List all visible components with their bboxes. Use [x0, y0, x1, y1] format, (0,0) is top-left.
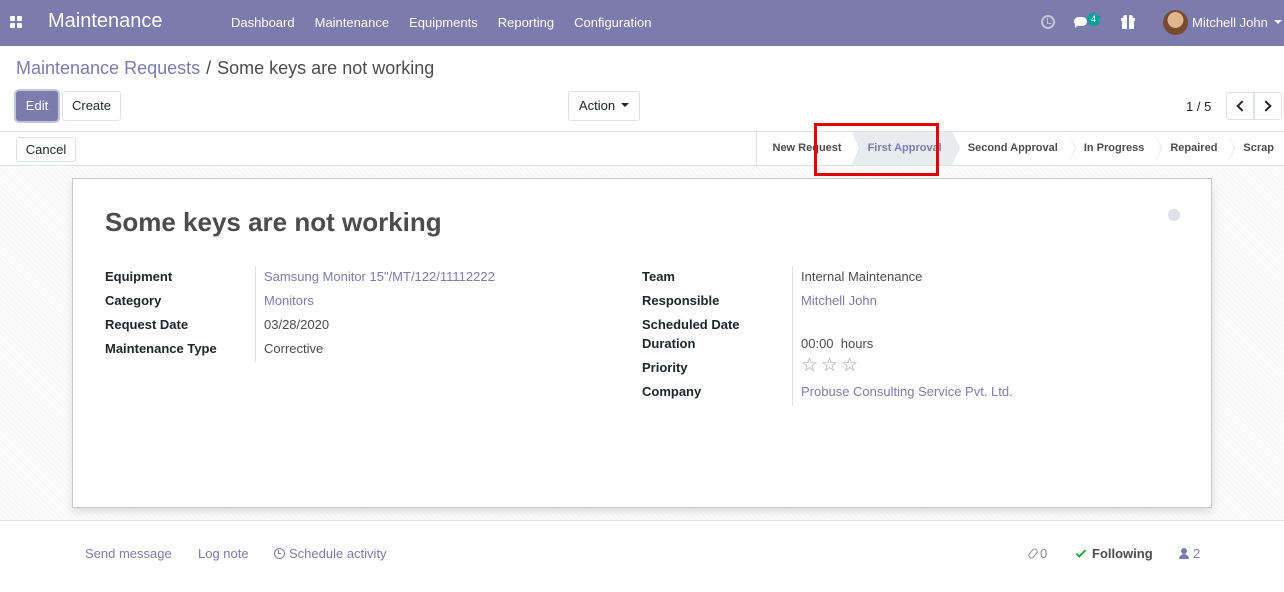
stage-in-progress[interactable]: In Progress: [1068, 132, 1162, 165]
messaging-menu[interactable]: 4: [1074, 0, 1104, 46]
user-menu-caret-icon[interactable]: [1274, 20, 1282, 24]
duration-value: 00:00 hours: [801, 336, 873, 351]
schedule-activity-label: Schedule activity: [289, 546, 387, 561]
pager-value[interactable]: 1 / 5: [1186, 99, 1211, 114]
priority-star-icon[interactable]: ☆: [841, 356, 858, 375]
responsible-value[interactable]: Mitchell John: [801, 293, 877, 308]
menu-item-reporting[interactable]: Reporting: [488, 0, 564, 46]
duration-number: 00:00: [801, 336, 834, 351]
priority-label: Priority: [642, 360, 688, 375]
breadcrumb-separator: /: [206, 58, 212, 78]
menu-item-configuration[interactable]: Configuration: [564, 0, 661, 46]
company-label: Company: [642, 384, 702, 399]
action-dropdown-button[interactable]: Action: [568, 91, 640, 121]
company-value[interactable]: Probuse Consulting Service Pvt. Ltd.: [801, 384, 1013, 399]
category-label: Category: [105, 293, 162, 308]
attachments-count: 0: [1040, 546, 1048, 561]
schedule-activity-button[interactable]: Schedule activity: [274, 546, 387, 561]
pager-previous-button[interactable]: [1226, 92, 1254, 120]
duration-unit: hours: [840, 336, 874, 351]
equipment-label: Equipment: [105, 269, 173, 284]
followers-count: 2: [1193, 546, 1201, 561]
breadcrumb: Maintenance Requests / Some keys are not w…: [16, 58, 434, 79]
right-column-separator: [792, 266, 793, 406]
equipment-value[interactable]: Samsung Monitor 15"/MT/122/11112222: [264, 269, 495, 284]
stage-scrap[interactable]: Scrap: [1227, 132, 1284, 165]
user-avatar[interactable]: [1163, 10, 1188, 35]
main-menu: Dashboard Maintenance Equipments Reporti…: [221, 0, 661, 46]
paperclip-icon: [1027, 547, 1039, 560]
clock-icon: [274, 548, 285, 559]
maintenance-type-value: Corrective: [264, 341, 324, 356]
pager-next-button[interactable]: [1254, 92, 1282, 120]
form-statusbar: Cancel New Request First Approval Second…: [0, 131, 1284, 166]
user-menu-name[interactable]: Mitchell John: [1192, 0, 1268, 46]
stage-highlight-box: [814, 123, 939, 176]
kanban-state-icon[interactable]: [1168, 209, 1180, 221]
caret-down-icon: [621, 102, 630, 107]
check-icon: [1075, 547, 1087, 558]
responsible-label: Responsible: [642, 293, 720, 308]
followers-button[interactable]: 2: [1179, 546, 1200, 561]
following-label: Following: [1092, 546, 1153, 561]
create-button[interactable]: Create: [62, 91, 121, 121]
team-label: Team: [642, 269, 675, 284]
maintenance-type-label: Maintenance Type: [105, 341, 217, 356]
activity-clock-icon[interactable]: [1041, 15, 1055, 29]
attachments-button[interactable]: 0: [1027, 546, 1048, 561]
request-title[interactable]: Some keys are not working: [105, 207, 442, 238]
priority-star-icon[interactable]: ☆: [801, 356, 818, 375]
menu-item-dashboard[interactable]: Dashboard: [221, 0, 305, 46]
menu-item-maintenance[interactable]: Maintenance: [305, 0, 399, 46]
breadcrumb-parent-link[interactable]: Maintenance Requests: [16, 58, 200, 78]
stage-repaired[interactable]: Repaired: [1154, 132, 1236, 165]
edit-button[interactable]: Edit: [16, 91, 58, 121]
gift-icon[interactable]: [1121, 15, 1135, 29]
stage-second-approval[interactable]: Second Approval: [952, 132, 1076, 165]
chat-icon: [1074, 17, 1087, 28]
scheduled-date-label: Scheduled Date: [642, 317, 740, 332]
action-label: Action: [578, 98, 616, 113]
chat-unread-badge: 4: [1087, 13, 1100, 26]
apps-menu-icon[interactable]: [10, 16, 22, 28]
cancel-button[interactable]: Cancel: [16, 137, 76, 162]
log-note-button[interactable]: Log note: [198, 546, 249, 561]
send-message-button[interactable]: Send message: [85, 546, 172, 561]
breadcrumb-current: Some keys are not working: [217, 58, 435, 78]
category-value[interactable]: Monitors: [264, 293, 314, 308]
priority-star-icon[interactable]: ☆: [821, 356, 838, 375]
chevron-right-icon: [1260, 100, 1272, 112]
following-button[interactable]: Following: [1075, 546, 1153, 561]
top-navbar: Maintenance Dashboard Maintenance Equipm…: [0, 0, 1284, 46]
form-sheet: Some keys are not working Equipment Sams…: [72, 178, 1212, 508]
duration-label: Duration: [642, 336, 696, 351]
menu-item-equipments[interactable]: Equipments: [399, 0, 488, 46]
request-date-value: 03/28/2020: [264, 317, 330, 332]
priority-stars: ☆ ☆ ☆: [801, 356, 861, 375]
request-date-label: Request Date: [105, 317, 189, 332]
left-column-separator: [255, 266, 256, 362]
team-value: Internal Maintenance: [801, 269, 923, 284]
app-name[interactable]: Maintenance: [48, 10, 163, 33]
chevron-left-icon: [1236, 100, 1248, 112]
user-icon: [1179, 548, 1189, 559]
